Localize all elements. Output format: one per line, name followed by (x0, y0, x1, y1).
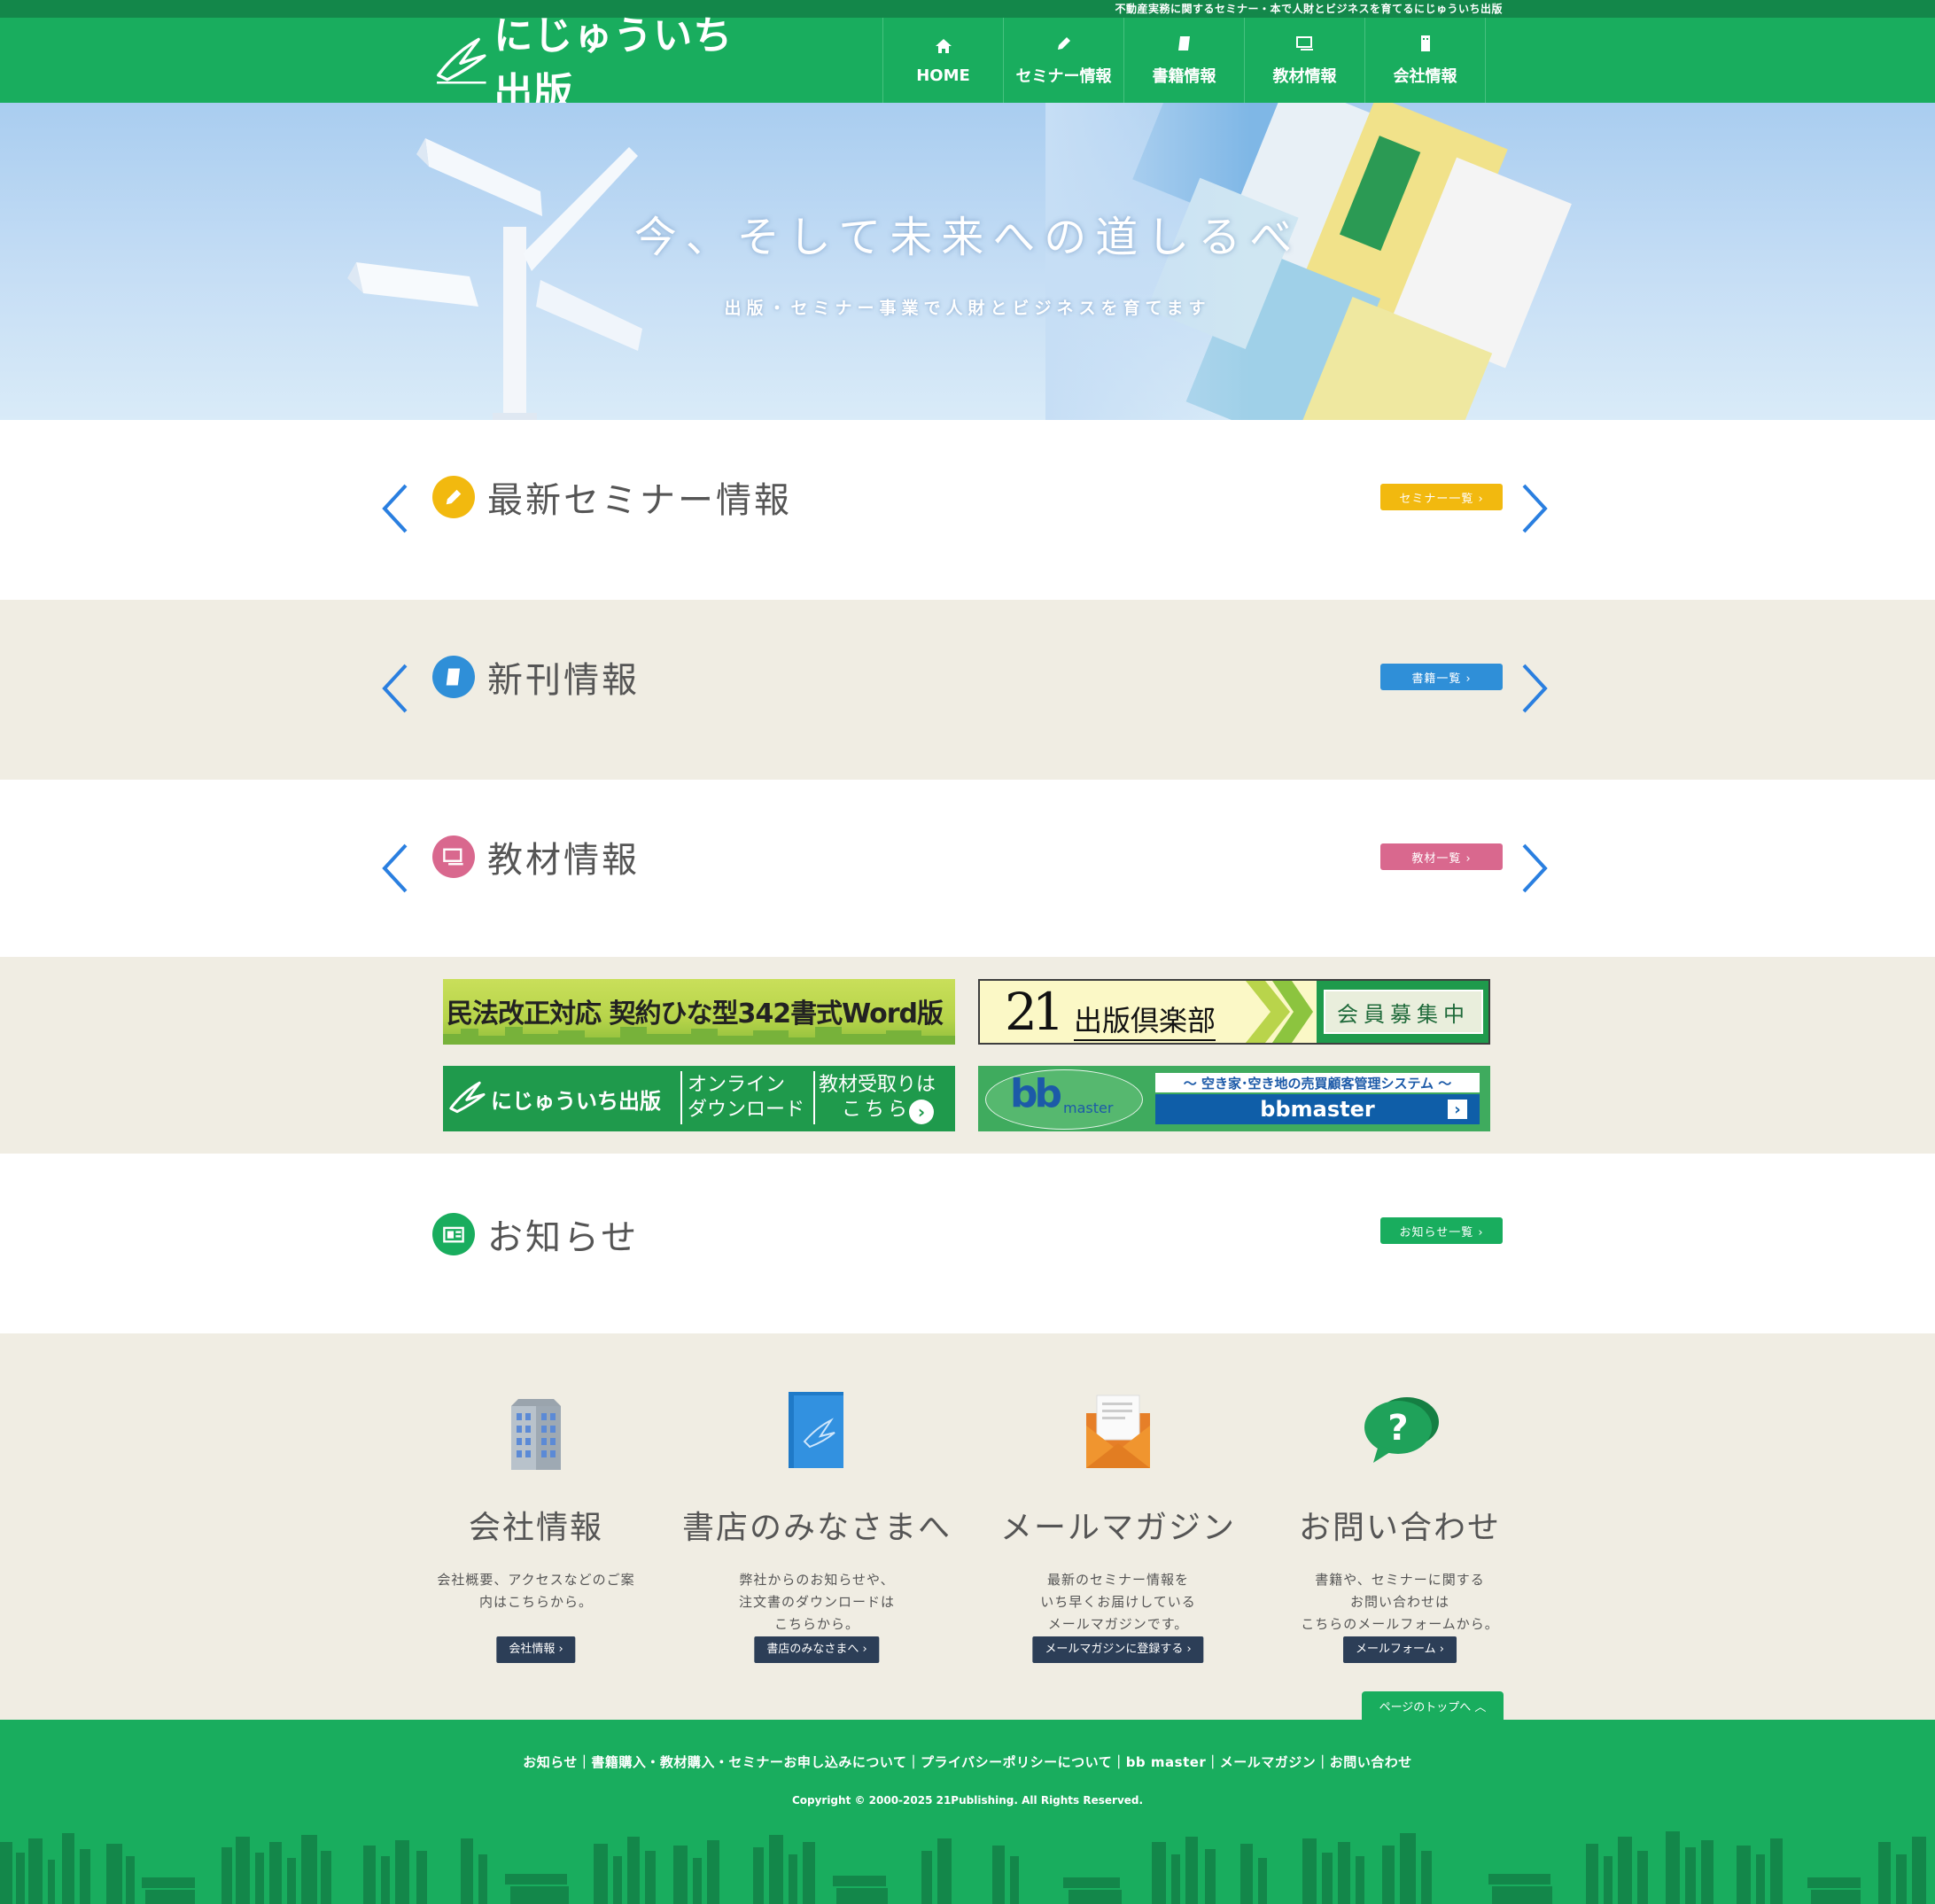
seminar-heading: 最新セミナー情報 (432, 471, 792, 523)
column-description: 書籍や、セミナーに関する お問い合わせは こちらのメールフォームから。 (1301, 1572, 1499, 1632)
bbmaster-logo-sub: master (1063, 1100, 1114, 1116)
site-logo[interactable]: にじゅういち出版 (432, 13, 769, 115)
footer-links[interactable]: お知らせ｜書籍購入・教材購入・セミナーお申し込みについて｜プライバシーポリシーに… (0, 1752, 1935, 1771)
carousel-next-arrow[interactable] (1515, 662, 1550, 715)
question-bubble-icon: ? (1364, 1397, 1439, 1463)
materials-heading: 教材情報 (432, 831, 640, 882)
nav-home[interactable]: HOME (883, 18, 1004, 103)
logo-bird-icon (437, 37, 486, 84)
column-title: メールマガジン (999, 1510, 1236, 1546)
club-name: 出版倶楽部 (1074, 999, 1216, 1041)
section-title: 最新セミナー情報 (487, 480, 792, 521)
bbmaster-logo-main: bb (1010, 1071, 1062, 1116)
news-section: お知らせ お知らせ一覧 › (0, 1154, 1935, 1333)
column-description: 会社概要、アクセスなどのご案 内はこちらから。 (437, 1572, 635, 1610)
site-tagline: 不動産実務に関するセミナー・本で人財とビジネスを育てるにじゅういち出版 (1115, 3, 1503, 15)
carousel-next-arrow[interactable] (1515, 842, 1550, 895)
civil-law-templates-banner[interactable]: 民法改正対応 契約ひな型342書式Word版 (443, 979, 955, 1045)
club-number: 21 (1005, 982, 1065, 1042)
carousel-next-arrow[interactable] (1515, 482, 1550, 535)
page-top-button[interactable]: ページのトップへ ︿ (1362, 1691, 1504, 1720)
nav-label: 教材情報 (1272, 67, 1337, 86)
materials-list-button[interactable]: 教材一覧 › (1380, 843, 1503, 870)
club-membership-banner[interactable]: 21 出版倶楽部 会員募集中 (978, 979, 1490, 1045)
company-info-button[interactable]: 会社情報 › (496, 1636, 576, 1663)
home-icon (935, 38, 952, 53)
bookstore-button[interactable]: 書店のみなさまへ › (754, 1636, 880, 1663)
site-footer: お知らせ｜書籍購入・教材購入・セミナーお申し込みについて｜プライバシーポリシーに… (0, 1720, 1935, 1904)
column-description: 最新のセミナー情報を いち早くお届けしている メールマガジンです。 (1040, 1572, 1196, 1632)
online-download-banner[interactable]: にじゅういち出版 オンライン ダウンロード 教材受取りは こちら › (443, 1066, 955, 1131)
nav-materials[interactable]: 教材情報 (1245, 18, 1365, 103)
bookstore-column: 書店のみなさまへ 弊社からのお知らせや、 注文書のダウンロードは こちらから。 … (680, 1387, 954, 1663)
download-label-2: ダウンロード (688, 1099, 805, 1121)
company-info-column: 会社情報 会社概要、アクセスなどのご案 内はこちらから。 会社情報 › (399, 1387, 673, 1663)
carousel-prev-arrow[interactable] (379, 842, 415, 895)
books-heading: 新刊情報 (432, 651, 640, 703)
chevron-arrows-icon (1246, 981, 1313, 1043)
global-nav: HOME セミナー情報 書籍情報 教材情報 会社情報 (882, 18, 1486, 103)
mail-magazine-register-button[interactable]: メールマガジンに登録する › (1032, 1636, 1204, 1663)
building-icon (1420, 35, 1430, 51)
nav-company[interactable]: 会社情報 (1365, 18, 1486, 103)
copyright: Copyright © 2000-2025 21Publishing. All … (791, 1794, 1144, 1807)
svg-text:?: ? (1387, 1408, 1408, 1449)
section-title: 教材情報 (487, 840, 640, 881)
download-banner-logo: にじゅういち出版 (491, 1089, 661, 1114)
mail-magazine-column: メールマガジン 最新のセミナー情報を いち早くお届けしている メールマガジンです… (981, 1387, 1255, 1663)
monitor-icon (1295, 36, 1313, 51)
bbmaster-name: bbmaster (1260, 1097, 1375, 1122)
nav-books[interactable]: 書籍情報 (1124, 18, 1245, 103)
seminar-section: 最新セミナー情報 セミナー一覧 › (0, 420, 1935, 600)
download-receive-2: こちら (842, 1099, 912, 1121)
nav-label: HOME (916, 66, 970, 85)
pencil-icon (1057, 37, 1070, 50)
hero-subtitle: 出版・セミナー事業で人財とビジネスを育てます (724, 299, 1211, 318)
download-label-1: オンライン (688, 1074, 786, 1096)
civil-law-banner-text: 民法改正対応 契約ひな型342書式Word版 (447, 999, 944, 1030)
bbmaster-caption: ～ 空き家･空き地の売買顧客管理システム ～ (1155, 1073, 1480, 1092)
contact-column: ? お問い合わせ 書籍や、セミナーに関する お問い合わせは こちらのメールフォー… (1263, 1387, 1537, 1663)
top-strip: 不動産実務に関するセミナー・本で人財とビジネスを育てるにじゅういち出版 (0, 0, 1935, 18)
newspaper-icon (432, 1213, 475, 1255)
news-list-button[interactable]: お知らせ一覧 › (1380, 1217, 1503, 1244)
section-title: 新刊情報 (487, 660, 640, 701)
envelope-icon (1086, 1395, 1150, 1468)
hero-banner: 今、そして未来への道しるべ 出版・セミナー事業で人財とビジネスを育てます (0, 103, 1935, 420)
books-section: 新刊情報 書籍一覧 › (0, 600, 1935, 780)
materials-section: 教材情報 教材一覧 › (0, 780, 1935, 957)
pencil-icon (432, 476, 475, 518)
carousel-prev-arrow[interactable] (379, 482, 415, 535)
hero-title: 今、そして未来への道しるべ (633, 213, 1302, 262)
monitor-icon (432, 835, 475, 878)
column-title: 書店のみなさまへ (681, 1510, 952, 1546)
book-icon (789, 1392, 843, 1468)
nav-label: セミナー情報 (1015, 67, 1112, 86)
nav-label: 書籍情報 (1152, 67, 1216, 86)
download-receive-1: 教材受取りは (819, 1074, 936, 1096)
contact-form-button[interactable]: メールフォーム › (1343, 1636, 1457, 1663)
logo-bird-icon (449, 1081, 486, 1114)
nav-label: 会社情報 (1393, 67, 1457, 86)
club-badge: 会員募集中 (1324, 990, 1483, 1034)
logo-text: にじゅういち出版 (493, 13, 734, 115)
section-title: お知らせ (487, 1217, 640, 1258)
building-icon (511, 1399, 561, 1470)
seminar-list-button[interactable]: セミナー一覧 › (1380, 484, 1503, 510)
carousel-prev-arrow[interactable] (379, 662, 415, 715)
chevron-right-icon: › (1448, 1100, 1467, 1119)
news-heading: お知らせ (432, 1208, 639, 1260)
book-icon (432, 656, 475, 698)
book-icon (1177, 36, 1190, 51)
nav-seminar[interactable]: セミナー情報 (1004, 18, 1124, 103)
column-title: 会社情報 (468, 1510, 603, 1546)
column-description: 弊社からのお知らせや、 注文書のダウンロードは こちらから。 (738, 1572, 895, 1632)
footer-columns-area (0, 1333, 1935, 1720)
books-list-button[interactable]: 書籍一覧 › (1380, 664, 1503, 690)
chevron-right-icon: › (909, 1100, 934, 1124)
banner-area: 民法改正対応 契約ひな型342書式Word版 21 出版倶楽部 会員募集中 にじ… (0, 957, 1935, 1154)
bookshelf-decoration (0, 1831, 1926, 1904)
column-title: お問い合わせ (1298, 1510, 1501, 1546)
bbmaster-banner[interactable]: bb master ～ 空き家･空き地の売買顧客管理システム ～ bbmaste… (978, 1066, 1490, 1131)
